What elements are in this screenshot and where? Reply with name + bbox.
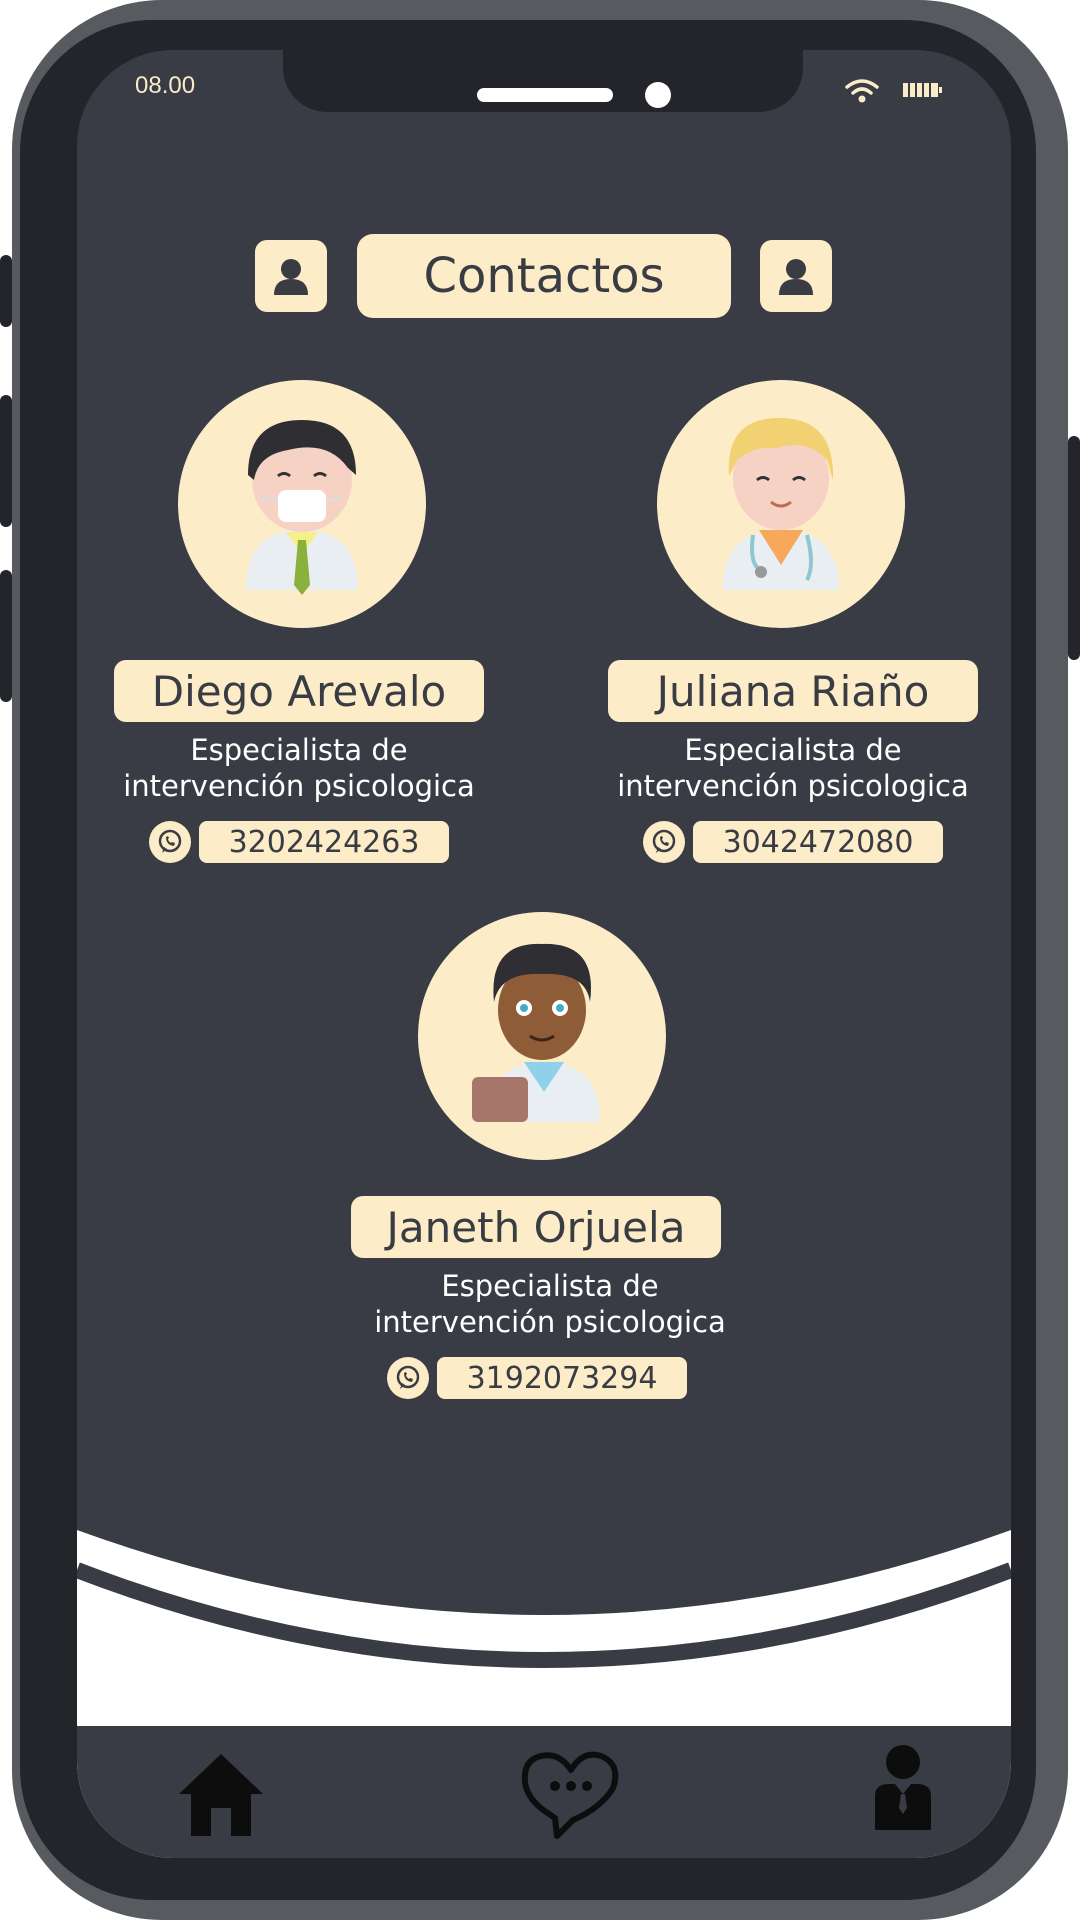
avatar-doctor-blonde[interactable] [657, 380, 905, 628]
avatar-doctor-masked[interactable] [178, 380, 426, 628]
bottom-nav [77, 1726, 1011, 1858]
contact-phone[interactable]: 3192073294 [437, 1357, 687, 1399]
speaker [477, 88, 613, 102]
profile-icon [875, 1745, 931, 1830]
contact-name: Janeth Orjuela [351, 1196, 721, 1258]
avatar-doctor-curly[interactable] [418, 912, 666, 1160]
role-line: Especialista de [441, 1269, 659, 1303]
role-line: intervención psicologica [123, 769, 475, 803]
role-line: Especialista de [684, 733, 902, 767]
whatsapp-icon[interactable] [643, 821, 685, 863]
doctor-avatar-icon [246, 420, 358, 595]
contact-phone[interactable]: 3202424263 [199, 821, 449, 863]
page-title: Contactos [357, 234, 731, 318]
profile-button-right[interactable] [760, 240, 832, 312]
side-button [0, 570, 12, 702]
screen: 08.00 Contactos Diego Arevalo Especialis… [77, 50, 1011, 1858]
role-line: intervención psicologica [617, 769, 969, 803]
camera [645, 82, 671, 108]
status-time: 08.00 [135, 72, 196, 99]
side-button [0, 395, 12, 527]
side-button [0, 255, 12, 327]
contact-role: Especialista de intervención psicologica [89, 732, 509, 804]
nav-chat[interactable] [521, 1748, 621, 1844]
chat-heart-icon [521, 1751, 619, 1839]
profile-button-left[interactable] [255, 240, 327, 312]
whatsapp-icon[interactable] [387, 1357, 429, 1399]
contact-role: Especialista de intervención psicologica [583, 732, 1003, 804]
nav-profile[interactable] [871, 1744, 935, 1838]
contact-role: Especialista de intervención psicologica [340, 1268, 760, 1340]
role-line: Especialista de [190, 733, 408, 767]
nav-home[interactable] [175, 1750, 267, 1844]
home-icon [179, 1754, 263, 1836]
wifi-icon [845, 79, 879, 103]
whatsapp-icon[interactable] [149, 821, 191, 863]
notch [283, 50, 803, 112]
user-icon [274, 259, 308, 295]
contact-phone[interactable]: 3042472080 [693, 821, 943, 863]
role-line: intervención psicologica [374, 1305, 726, 1339]
doctor-avatar-icon [723, 417, 839, 590]
side-button [1068, 436, 1080, 660]
contact-name: Juliana Riaño [608, 660, 978, 722]
battery-icon [903, 83, 942, 97]
doctor-avatar-icon [472, 943, 600, 1122]
user-icon [779, 259, 813, 295]
contact-name: Diego Arevalo [114, 660, 484, 722]
